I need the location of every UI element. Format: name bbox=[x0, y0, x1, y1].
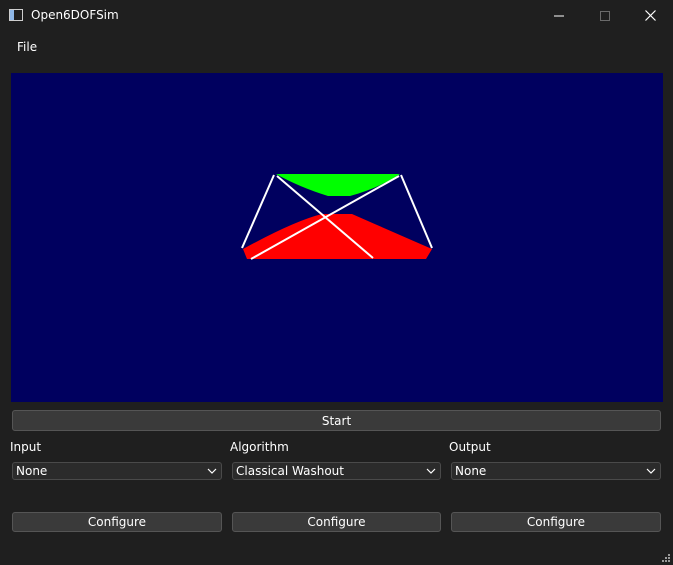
close-icon bbox=[644, 10, 656, 21]
close-button[interactable] bbox=[627, 0, 673, 31]
chevron-down-icon bbox=[426, 468, 436, 474]
menu-bar: File bbox=[0, 37, 673, 59]
configure-output-button[interactable]: Configure bbox=[451, 512, 661, 532]
simulation-viewport[interactable] bbox=[11, 73, 663, 402]
resize-grip-icon[interactable] bbox=[660, 552, 671, 563]
actuator-4 bbox=[400, 174, 433, 249]
maximize-icon bbox=[600, 10, 610, 21]
output-select-value: None bbox=[455, 464, 487, 478]
app-window-icon bbox=[9, 9, 23, 21]
platform-base bbox=[243, 214, 432, 259]
algorithm-select[interactable]: Classical Washout bbox=[232, 462, 441, 480]
input-select-value: None bbox=[16, 464, 48, 478]
output-select[interactable]: None bbox=[451, 462, 661, 480]
minimize-button[interactable] bbox=[536, 0, 582, 31]
stewart-platform-render bbox=[241, 174, 433, 260]
algorithm-label: Algorithm bbox=[230, 440, 289, 454]
chevron-down-icon bbox=[646, 468, 656, 474]
start-button[interactable]: Start bbox=[12, 410, 661, 431]
output-label: Output bbox=[449, 440, 491, 454]
minimize-icon bbox=[554, 15, 564, 16]
configure-input-button[interactable]: Configure bbox=[12, 512, 222, 532]
maximize-button[interactable] bbox=[582, 0, 628, 31]
title-bar: Open6DOFSim bbox=[0, 0, 673, 31]
configure-algorithm-button[interactable]: Configure bbox=[232, 512, 441, 532]
input-label: Input bbox=[10, 440, 42, 454]
chevron-down-icon bbox=[207, 468, 217, 474]
menu-item-file[interactable]: File bbox=[17, 40, 37, 54]
algorithm-select-value: Classical Washout bbox=[236, 464, 344, 478]
window-title: Open6DOFSim bbox=[31, 8, 119, 22]
input-select[interactable]: None bbox=[12, 462, 222, 480]
